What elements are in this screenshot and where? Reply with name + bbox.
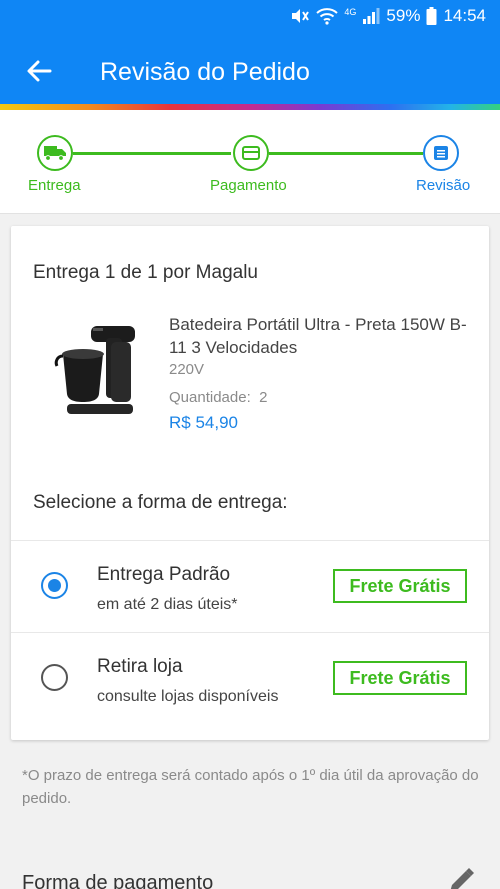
checkout-stepper: Entrega Pagamento Revisão (0, 110, 500, 214)
free-shipping-badge: Frete Grátis (333, 661, 467, 695)
delivery-note: *O prazo de entrega será contado após o … (22, 767, 479, 807)
delivery-card: Entrega 1 de 1 por Magalu Batedeira Port… (11, 226, 489, 740)
network-label: 4G (344, 7, 357, 17)
option-subtitle: em até 2 dias úteis* (97, 596, 238, 613)
battery-icon (426, 7, 437, 25)
step-pagamento[interactable] (233, 135, 269, 171)
payment-title: Forma de pagamento (22, 872, 214, 889)
step-entrega[interactable] (37, 135, 73, 171)
product-image (51, 316, 141, 426)
status-bar: 4G 59% 14:54 (0, 0, 500, 34)
step-label-pagamento: Pagamento (210, 177, 287, 194)
delivery-method-heading: Selecione a forma de entrega: (33, 492, 288, 513)
product-name: Batedeira Portátil Ultra - Preta 150W B-… (169, 315, 467, 357)
radio-selected[interactable] (41, 572, 68, 599)
arrow-left-icon (27, 60, 52, 82)
product-price: R$ 54,90 (169, 413, 238, 432)
edit-payment-button[interactable] (446, 866, 476, 889)
step-label-revisao: Revisão (416, 177, 471, 194)
delivery-title: Entrega 1 de 1 por Magalu (33, 262, 258, 283)
step-connector (73, 152, 231, 155)
product-voltage: 220V (169, 361, 205, 378)
step-connector (269, 152, 423, 155)
step-revisao[interactable] (423, 135, 459, 171)
step-label-entrega: Entrega (28, 177, 81, 194)
battery-percent: 59% (386, 6, 421, 25)
option-title: Retira loja (97, 656, 183, 677)
list-icon (434, 146, 448, 160)
delivery-option-padrao[interactable]: Entrega Padrão em até 2 dias úteis* Fret… (11, 540, 489, 632)
option-subtitle: consulte lojas disponíveis (97, 688, 279, 705)
wifi-icon (316, 7, 339, 25)
payment-section: Forma de pagamento (0, 836, 500, 889)
app-bar: 4G 59% 14:54 Revisão do Pedido (0, 0, 500, 105)
pencil-icon (450, 868, 474, 889)
back-button[interactable] (22, 54, 56, 88)
product-quantity: Quantidade: 2 (169, 389, 268, 406)
radio-unselected[interactable] (41, 664, 68, 691)
header: Revisão do Pedido (0, 34, 500, 105)
signal-icon (362, 8, 380, 24)
clock: 14:54 (443, 6, 486, 25)
mute-icon (290, 7, 310, 25)
page-title: Revisão do Pedido (100, 58, 310, 86)
delivery-option-retira-loja[interactable]: Retira loja consulte lojas disponíveis F… (11, 632, 489, 724)
status-icons: 4G 59% 14:54 (290, 6, 486, 26)
truck-icon (44, 146, 66, 161)
credit-card-icon (242, 146, 260, 160)
option-title: Entrega Padrão (97, 564, 231, 585)
free-shipping-badge: Frete Grátis (333, 569, 467, 603)
